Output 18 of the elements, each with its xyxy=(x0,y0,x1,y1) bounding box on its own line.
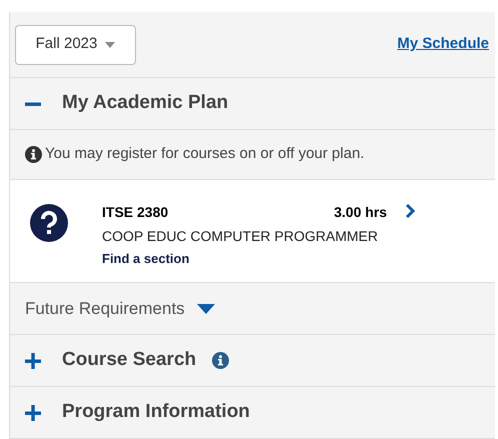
plan-notice: You may register for courses on or off your plan. xyxy=(45,144,364,164)
caret-down-icon[interactable] xyxy=(196,304,215,314)
caret-icon xyxy=(105,42,116,48)
chevron-right-icon[interactable] xyxy=(404,204,415,218)
expand-icon[interactable] xyxy=(24,404,42,422)
section-title: Course Search xyxy=(62,348,196,372)
my-schedule-link[interactable]: My Schedule xyxy=(397,33,489,56)
section-title: My Academic Plan xyxy=(62,91,228,116)
course-title: COOP EDUC COMPUTER PROGRAMMER xyxy=(102,227,379,246)
question-icon xyxy=(30,204,68,242)
expand-icon[interactable] xyxy=(24,352,42,370)
course-hours: 3.00 hrs xyxy=(334,203,387,222)
find-section-link[interactable]: Find a section xyxy=(102,249,387,268)
term-dropdown[interactable]: Fall 2023 xyxy=(15,24,136,64)
future-requirements-toggle[interactable]: Future Requirements xyxy=(25,296,185,322)
section-title: Program Information xyxy=(62,400,250,424)
info-icon xyxy=(25,146,42,163)
course-code: ITSE 2380 xyxy=(102,203,170,222)
